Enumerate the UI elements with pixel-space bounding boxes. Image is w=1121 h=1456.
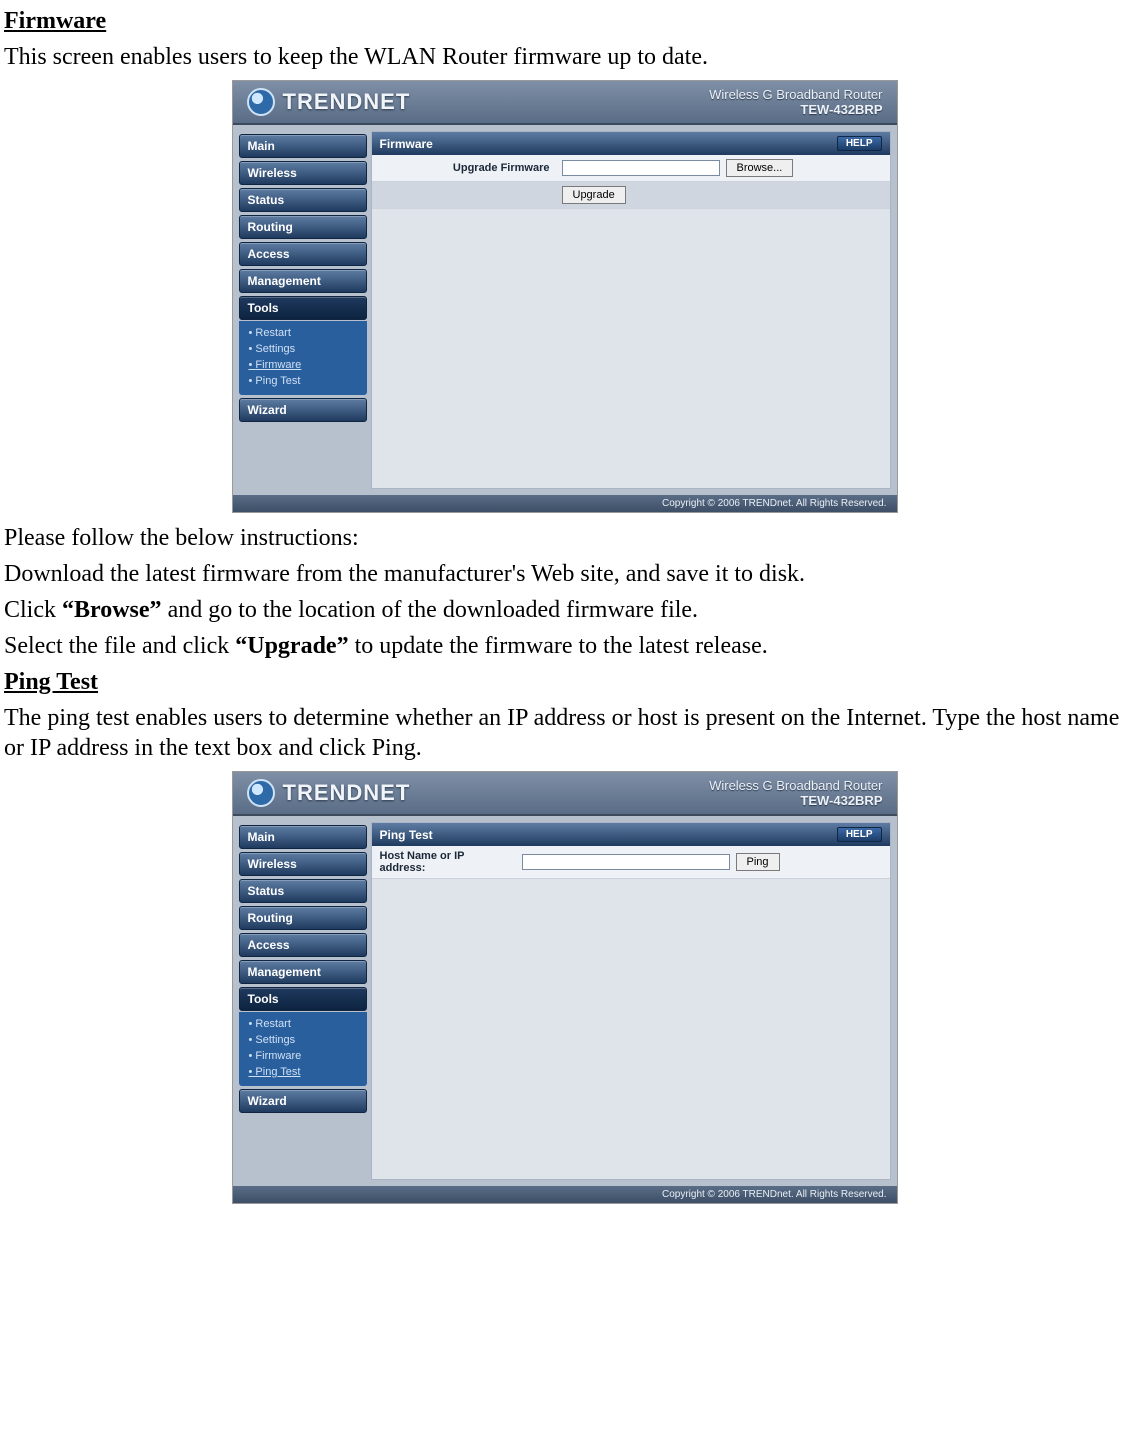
- router-header: TRENDNET Wireless G Broadband Router TEW…: [233, 772, 897, 816]
- subnav-firmware[interactable]: • Firmware: [249, 1048, 361, 1064]
- nav-wizard[interactable]: Wizard: [239, 1089, 367, 1113]
- instructions-lead: Please follow the below instructions:: [4, 523, 1121, 553]
- router-footer: Copyright © 2006 TRENDnet. All Rights Re…: [233, 495, 897, 512]
- sidebar: Main Wireless Status Routing Access Mana…: [233, 125, 367, 495]
- upgrade-button[interactable]: Upgrade: [562, 186, 626, 204]
- nav-tools[interactable]: Tools: [239, 987, 367, 1011]
- help-button[interactable]: HELP: [837, 136, 882, 151]
- browse-button[interactable]: Browse...: [726, 159, 794, 177]
- product-line: Wireless G Broadband Router: [709, 87, 882, 102]
- panel-title: Firmware: [380, 137, 433, 151]
- brand-block: TRENDNET: [247, 88, 411, 116]
- brand-block: TRENDNET: [247, 779, 411, 807]
- ping-button[interactable]: Ping: [736, 853, 780, 871]
- nav-access[interactable]: Access: [239, 242, 367, 266]
- nav-routing[interactable]: Routing: [239, 906, 367, 930]
- nav-management[interactable]: Management: [239, 960, 367, 984]
- product-model: TEW-432BRP: [709, 793, 882, 808]
- instruction-step-1: Download the latest firmware from the ma…: [4, 559, 1121, 589]
- router-header: TRENDNET Wireless G Broadband Router TEW…: [233, 81, 897, 125]
- nav-status[interactable]: Status: [239, 188, 367, 212]
- subnav-pingtest[interactable]: • Ping Test: [249, 373, 361, 389]
- pingtest-intro-text: The ping test enables users to determine…: [4, 703, 1121, 763]
- router-footer: Copyright © 2006 TRENDnet. All Rights Re…: [233, 1186, 897, 1203]
- subnav-settings[interactable]: • Settings: [249, 341, 361, 357]
- content-panel: Ping Test HELP Host Name or IP address: …: [371, 822, 891, 1180]
- brand-text: TRENDNET: [283, 89, 411, 115]
- subnav-settings[interactable]: • Settings: [249, 1032, 361, 1048]
- ping-host-label: Host Name or IP address:: [380, 850, 522, 874]
- subnav-restart[interactable]: • Restart: [249, 325, 361, 341]
- nav-wireless[interactable]: Wireless: [239, 161, 367, 185]
- panel-title: Ping Test: [380, 828, 433, 842]
- product-title-block: Wireless G Broadband Router TEW-432BRP: [709, 778, 882, 808]
- upgrade-firmware-label: Upgrade Firmware: [380, 162, 562, 174]
- tools-submenu: • Restart • Settings • Firmware • Ping T…: [239, 321, 367, 395]
- subnav-firmware[interactable]: • Firmware: [249, 357, 361, 373]
- content-panel: Firmware HELP Upgrade Firmware Browse...…: [371, 131, 891, 489]
- firmware-screenshot: TRENDNET Wireless G Broadband Router TEW…: [232, 80, 898, 513]
- product-line: Wireless G Broadband Router: [709, 778, 882, 793]
- brand-logo-icon: [247, 88, 275, 116]
- instruction-step-2: Click “Browse” and go to the location of…: [4, 595, 1121, 625]
- subnav-pingtest[interactable]: • Ping Test: [249, 1064, 361, 1080]
- instruction-step-3: Select the file and click “Upgrade” to u…: [4, 631, 1121, 661]
- nav-wireless[interactable]: Wireless: [239, 852, 367, 876]
- product-title-block: Wireless G Broadband Router TEW-432BRP: [709, 87, 882, 117]
- nav-routing[interactable]: Routing: [239, 215, 367, 239]
- nav-wizard[interactable]: Wizard: [239, 398, 367, 422]
- product-model: TEW-432BRP: [709, 102, 882, 117]
- nav-management[interactable]: Management: [239, 269, 367, 293]
- firmware-intro-text: This screen enables users to keep the WL…: [4, 42, 1121, 72]
- section-heading-firmware: Firmware: [4, 8, 106, 34]
- nav-main[interactable]: Main: [239, 825, 367, 849]
- tools-submenu: • Restart • Settings • Firmware • Ping T…: [239, 1012, 367, 1086]
- nav-access[interactable]: Access: [239, 933, 367, 957]
- ping-host-input[interactable]: [522, 854, 730, 870]
- brand-logo-icon: [247, 779, 275, 807]
- nav-main[interactable]: Main: [239, 134, 367, 158]
- nav-status[interactable]: Status: [239, 879, 367, 903]
- brand-text: TRENDNET: [283, 780, 411, 806]
- sidebar: Main Wireless Status Routing Access Mana…: [233, 816, 367, 1186]
- subnav-restart[interactable]: • Restart: [249, 1016, 361, 1032]
- firmware-file-input[interactable]: [562, 160, 720, 176]
- section-heading-pingtest: Ping Test: [4, 669, 98, 695]
- nav-tools[interactable]: Tools: [239, 296, 367, 320]
- pingtest-screenshot: TRENDNET Wireless G Broadband Router TEW…: [232, 771, 898, 1204]
- help-button[interactable]: HELP: [837, 827, 882, 842]
